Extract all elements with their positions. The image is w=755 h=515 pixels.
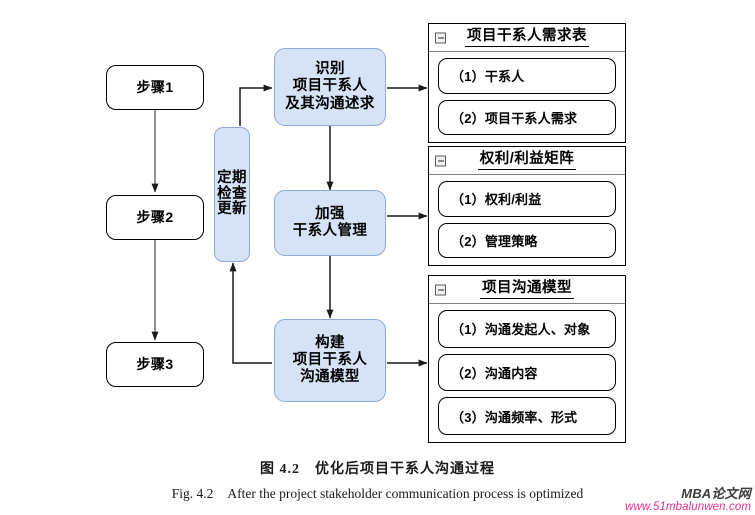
- panel-2-header: 权利/利益矩阵: [429, 147, 625, 175]
- watermark-url: www.51mbalunwen.com: [625, 501, 751, 514]
- process-identify-line-1: 识别: [315, 61, 345, 78]
- collapse-minus-icon[interactable]: [435, 32, 446, 43]
- collapse-minus-icon[interactable]: [435, 155, 446, 166]
- panel-3-title: 项目沟通模型: [480, 280, 574, 299]
- collapse-minus-icon[interactable]: [435, 284, 446, 295]
- step-box-1-label: 步骤1: [136, 79, 174, 96]
- process-build-line-3: 沟通模型: [300, 369, 360, 386]
- panel-stakeholder-requirements: 项目干系人需求表 （1）干系人 （2）项目干系人需求: [428, 23, 626, 143]
- panel-power-interest-matrix: 权利/利益矩阵 （1）权利/利益 （2）管理策略: [428, 146, 626, 266]
- step-box-1[interactable]: 步骤1: [106, 65, 204, 110]
- figure-caption-chinese: 图 4.2 优化后项目干系人沟通过程: [260, 462, 495, 477]
- recurring-check-box[interactable]: 定期 检查 更新: [214, 127, 250, 262]
- figure-number-english: Fig. 4.2: [171, 486, 214, 501]
- panel-2-item-1[interactable]: （1）权利/利益: [438, 181, 616, 217]
- step-box-2[interactable]: 步骤2: [106, 195, 204, 240]
- arrow-build-to-recurring: [229, 262, 272, 364]
- panel-1-title: 项目干系人需求表: [465, 28, 589, 47]
- step-box-3[interactable]: 步骤3: [106, 342, 204, 387]
- panel-2-body: （1）权利/利益 （2）管理策略: [429, 175, 625, 265]
- diagram-canvas: 步骤1 步骤2 步骤3 定期 检查 更新 识别 项目干系人 及其沟通述求 加强 …: [0, 0, 755, 515]
- process-box-identify[interactable]: 识别 项目干系人 及其沟通述求: [274, 48, 386, 126]
- panel-1-item-1[interactable]: （1）干系人: [438, 58, 616, 94]
- panel-3-header: 项目沟通模型: [429, 276, 625, 304]
- figure-caption-english-text: After the project stakeholder communicat…: [227, 486, 584, 501]
- process-strengthen-line-2: 干系人管理: [292, 223, 368, 239]
- panel-2-item-2[interactable]: （2）管理策略: [438, 222, 616, 258]
- panel-1-body: （1）干系人 （2）项目干系人需求: [429, 52, 625, 142]
- panel-3-item-2[interactable]: （2）沟通内容: [438, 353, 616, 392]
- process-box-build[interactable]: 构建 项目干系人 沟通模型: [274, 319, 386, 402]
- panel-3-item-3[interactable]: （3）沟通频率、形式: [438, 397, 616, 436]
- panel-1-item-2[interactable]: （2）项目干系人需求: [438, 99, 616, 135]
- panel-communication-model: 项目沟通模型 （1）沟通发起人、对象 （2）沟通内容 （3）沟通频率、形式: [428, 275, 626, 443]
- panel-3-item-1[interactable]: （1）沟通发起人、对象: [438, 310, 616, 348]
- step-box-2-label: 步骤2: [136, 209, 174, 226]
- process-identify-line-3: 及其沟通述求: [285, 95, 375, 112]
- process-strengthen-line-1: 加强: [315, 205, 345, 222]
- arrow-recurring-to-identify: [239, 84, 273, 126]
- panel-1-header: 项目干系人需求表: [429, 24, 625, 52]
- panel-3-body: （1）沟通发起人、对象 （2）沟通内容 （3）沟通频率、形式: [429, 304, 625, 442]
- process-build-line-1: 构建: [315, 334, 345, 351]
- recurring-check-line-1: 定期: [217, 169, 247, 186]
- watermark: MBA论文网 www.51mbalunwen.com: [625, 485, 751, 514]
- recurring-check-line-3: 更新: [217, 201, 247, 218]
- process-identify-line-2: 项目干系人: [292, 78, 368, 95]
- panel-2-title: 权利/利益矩阵: [477, 151, 577, 170]
- watermark-brand: MBA论文网: [681, 485, 751, 501]
- step-box-3-label: 步骤3: [136, 356, 174, 373]
- process-build-line-2: 项目干系人: [292, 351, 368, 368]
- process-box-strengthen[interactable]: 加强 干系人管理: [274, 190, 386, 256]
